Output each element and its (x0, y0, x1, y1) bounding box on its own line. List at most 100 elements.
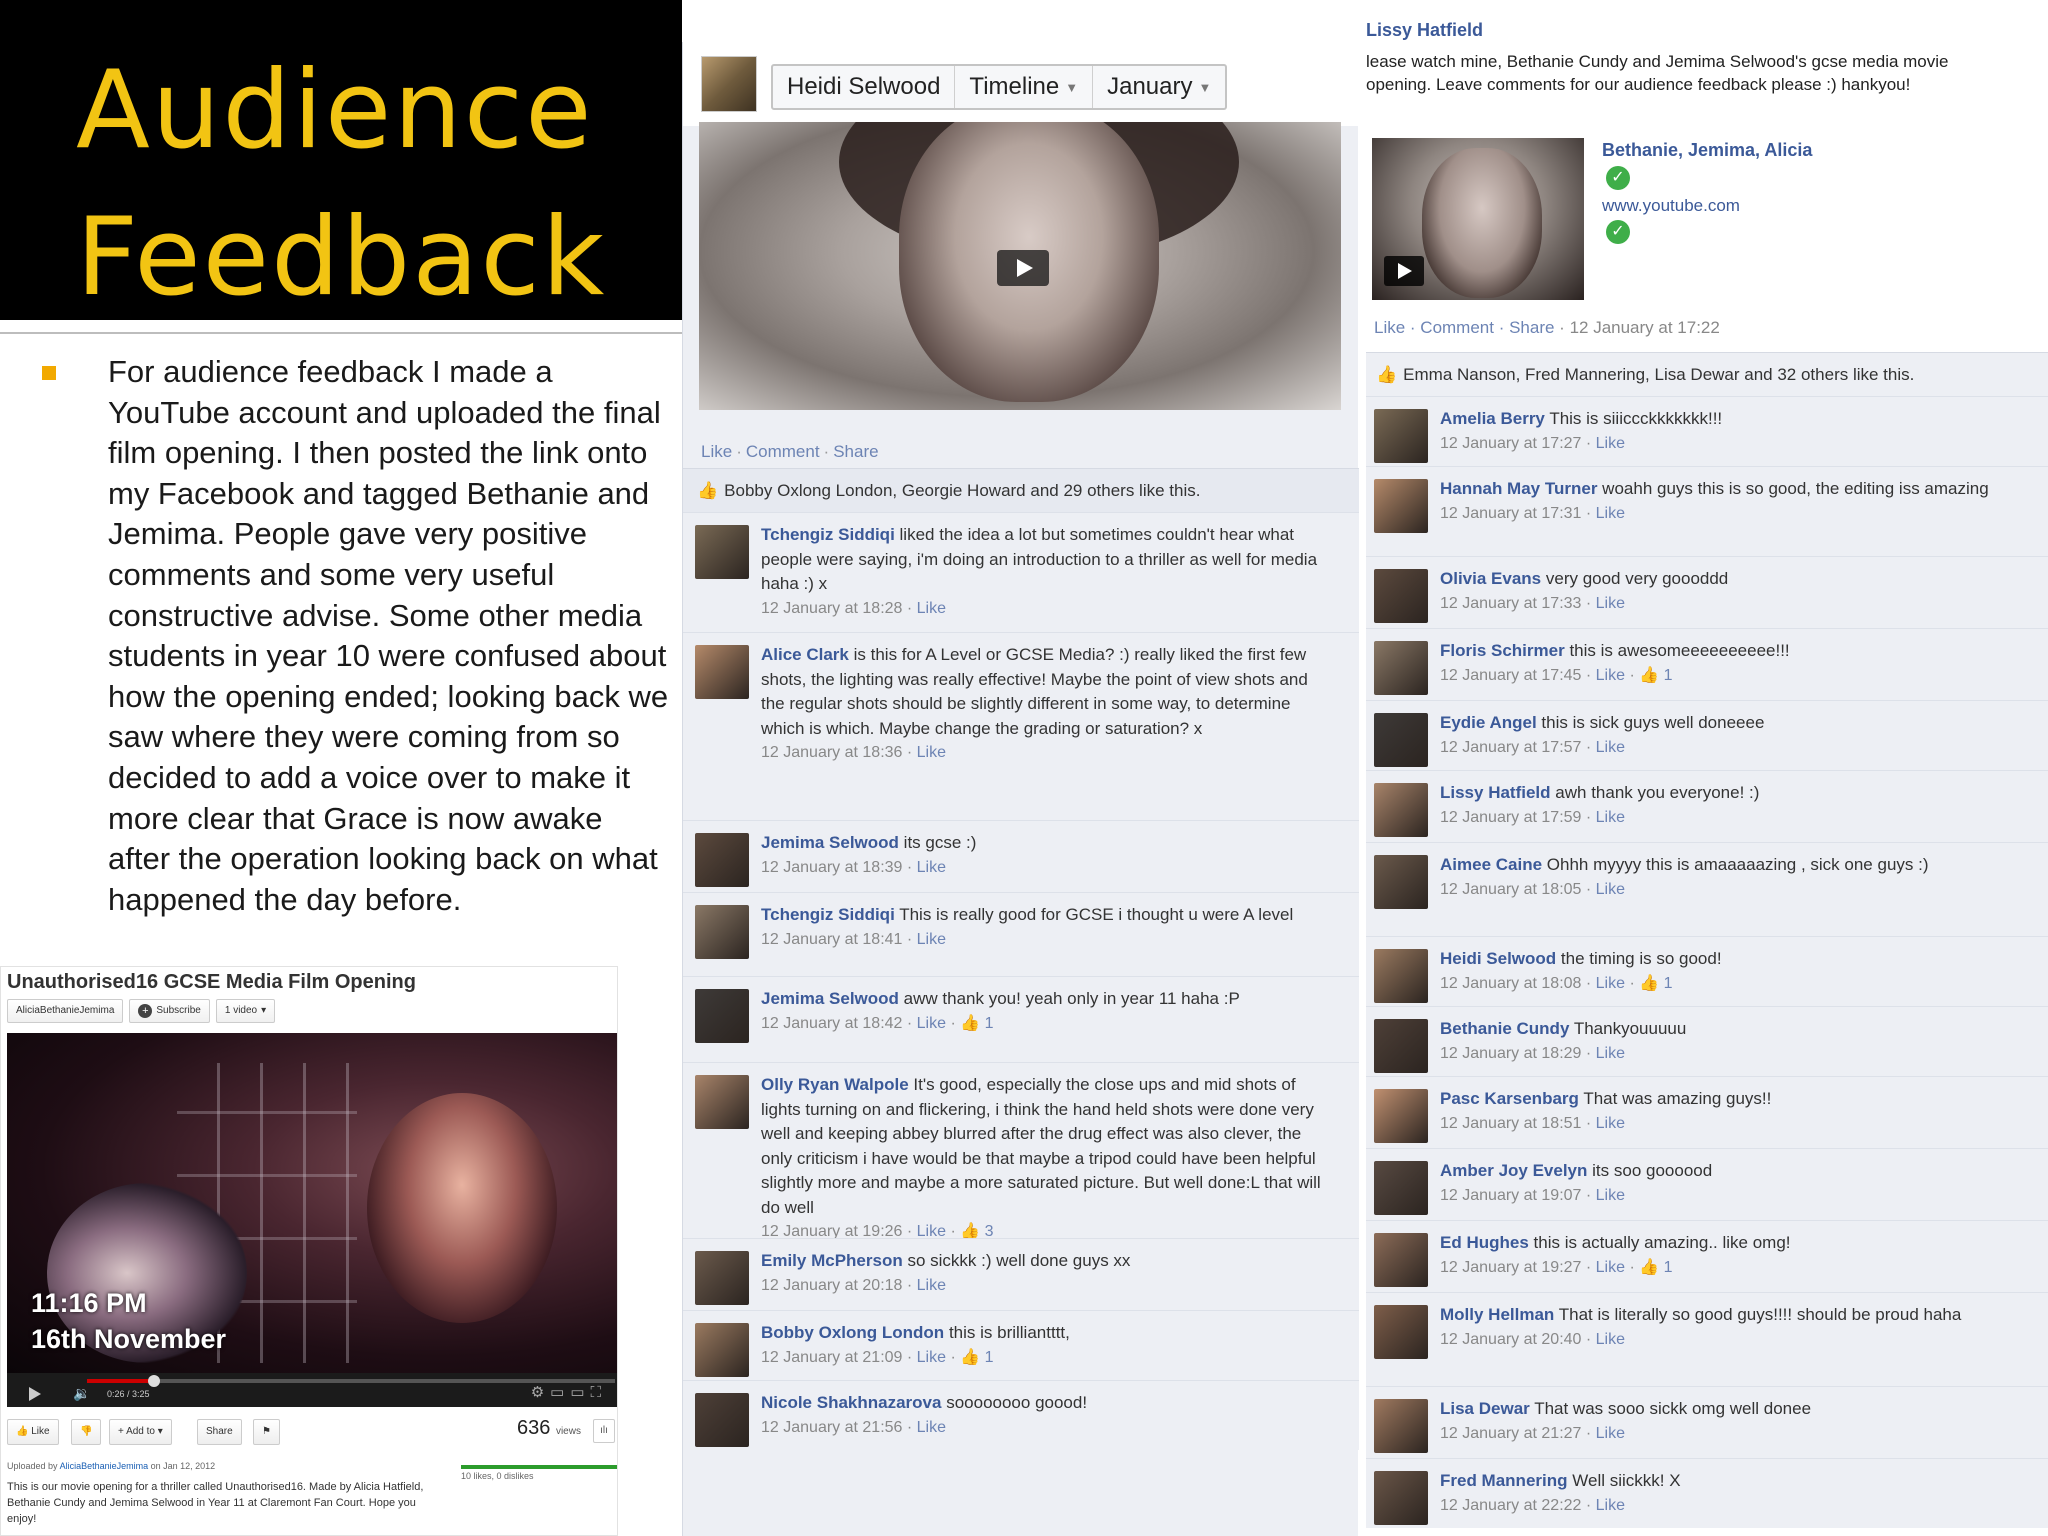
avatar[interactable] (1374, 783, 1428, 837)
dislike-button[interactable]: 👎 (71, 1419, 102, 1445)
likes-summary[interactable]: 👍 Emma Nanson, Fred Mannering, Lisa Dewar… (1366, 352, 2048, 396)
comment-like-link[interactable]: Like (1596, 1115, 1625, 1132)
commenter-name[interactable]: Amber Joy Evelyn (1440, 1161, 1587, 1180)
comment-like-link[interactable]: Like (917, 744, 946, 761)
comment-like-link[interactable]: Like (1596, 881, 1625, 898)
add-to-button[interactable]: + Add to ▾ (109, 1419, 172, 1445)
play-icon[interactable] (997, 250, 1049, 286)
poster-name[interactable]: Lissy Hatfield (1366, 20, 1483, 41)
comment-like-link[interactable]: Like (1596, 667, 1625, 684)
share-button[interactable]: Share (197, 1419, 242, 1445)
comment-like-link[interactable]: Like (1596, 435, 1625, 452)
comment-like-link[interactable]: Like (1596, 505, 1625, 522)
avatar[interactable] (695, 1075, 749, 1129)
avatar[interactable] (1374, 1305, 1428, 1359)
comment-like-link[interactable]: Like (917, 859, 946, 876)
avatar[interactable] (1374, 1471, 1428, 1525)
comment-like-link[interactable]: Like (917, 600, 946, 617)
commenter-name[interactable]: Lisa Dewar (1440, 1399, 1530, 1418)
avatar[interactable] (1374, 641, 1428, 695)
commenter-name[interactable]: Ed Hughes (1440, 1233, 1529, 1252)
commenter-name[interactable]: Molly Hellman (1440, 1305, 1554, 1324)
like-button[interactable]: 👍 Like (7, 1419, 59, 1445)
commenter-name[interactable]: Nicole Shakhnazarova (761, 1393, 941, 1412)
volume-icon[interactable]: 🔉 (73, 1385, 90, 1402)
avatar[interactable] (701, 56, 757, 112)
share-link[interactable]: Share (833, 442, 878, 461)
comment-like-link[interactable]: Like (1596, 1331, 1625, 1348)
play-icon[interactable] (29, 1387, 41, 1401)
commenter-name[interactable]: Alice Clark (761, 645, 849, 664)
avatar[interactable] (1374, 1233, 1428, 1287)
stats-icon[interactable]: ılı (593, 1419, 615, 1443)
video-thumbnail[interactable] (1372, 138, 1584, 300)
avatar[interactable] (1374, 713, 1428, 767)
comment-like-link[interactable]: Like (917, 1015, 946, 1032)
subscribe-button[interactable]: + Subscribe (129, 999, 210, 1023)
like-link[interactable]: Like (701, 442, 732, 461)
comment-like-link[interactable]: Like (1596, 595, 1625, 612)
avatar[interactable] (1374, 409, 1428, 463)
tab-profile-name[interactable]: Heidi Selwood (773, 66, 956, 108)
comment-like-link[interactable]: Like (1596, 1497, 1625, 1514)
commenter-name[interactable]: Jemima Selwood (761, 833, 899, 852)
avatar[interactable] (1374, 1089, 1428, 1143)
tagged-users[interactable]: Bethanie, Jemima, Alicia (1602, 140, 1812, 161)
comment-like-link[interactable]: Like (917, 1349, 946, 1366)
tab-timeline[interactable]: Timeline ▼ (955, 66, 1094, 108)
commenter-name[interactable]: Heidi Selwood (1440, 949, 1556, 968)
flag-button[interactable]: ⚑ (253, 1419, 280, 1445)
comment-like-link[interactable]: Like (1596, 1187, 1625, 1204)
avatar[interactable] (1374, 569, 1428, 623)
avatar[interactable] (1374, 855, 1428, 909)
commenter-name[interactable]: Pasc Karsenbarg (1440, 1089, 1579, 1108)
progress-scrubber[interactable] (148, 1375, 161, 1387)
comment-like-link[interactable]: Like (1596, 809, 1625, 826)
comment-like-link[interactable]: Like (1596, 1045, 1625, 1062)
commenter-name[interactable]: Jemima Selwood (761, 989, 899, 1008)
commenter-name[interactable]: Bethanie Cundy (1440, 1019, 1569, 1038)
comment-like-link[interactable]: Like (1596, 1259, 1625, 1276)
avatar[interactable] (695, 645, 749, 699)
comment-like-link[interactable]: Like (1596, 975, 1625, 992)
comment-like-link[interactable]: Like (917, 1277, 946, 1294)
commenter-name[interactable]: Tchengiz Siddiqi (761, 905, 895, 924)
avatar[interactable] (695, 1393, 749, 1447)
commenter-name[interactable]: Olivia Evans (1440, 569, 1541, 588)
post-action-links[interactable]: Like · Comment · Share (1374, 318, 1554, 337)
tab-january[interactable]: January ▼ (1093, 66, 1225, 108)
comment-like-link[interactable]: Like (917, 1419, 946, 1436)
commenter-name[interactable]: Olly Ryan Walpole (761, 1075, 909, 1094)
avatar[interactable] (695, 1323, 749, 1377)
avatar[interactable] (1374, 1399, 1428, 1453)
commenter-name[interactable]: Amelia Berry (1440, 409, 1545, 428)
avatar[interactable] (695, 833, 749, 887)
commenter-name[interactable]: Bobby Oxlong London (761, 1323, 944, 1342)
comment-link[interactable]: Comment (746, 442, 820, 461)
likes-summary[interactable]: 👍 Bobby Oxlong London, Georgie Howard and… (683, 468, 1359, 512)
player-option-icons[interactable]: ⚙▭▭⛶ (531, 1383, 607, 1401)
avatar[interactable] (695, 525, 749, 579)
commenter-name[interactable]: Tchengiz Siddiqi (761, 525, 895, 544)
commenter-name[interactable]: Floris Schirmer (1440, 641, 1565, 660)
video-player[interactable]: 11:16 PM 16th November (7, 1033, 617, 1373)
avatar[interactable] (1374, 1161, 1428, 1215)
commenter-name[interactable]: Fred Mannering (1440, 1471, 1568, 1490)
video-count-dropdown[interactable]: 1 video ▾ (215, 999, 276, 1023)
channel-name-button[interactable]: AliciaBethanieJemima (7, 999, 124, 1023)
avatar[interactable] (1374, 949, 1428, 1003)
comment-like-link[interactable]: Like (1596, 1425, 1625, 1442)
commenter-name[interactable]: Aimee Caine (1440, 855, 1542, 874)
avatar[interactable] (1374, 1019, 1428, 1073)
link-url[interactable]: www.youtube.com (1602, 196, 1740, 216)
commenter-name[interactable]: Hannah May Turner (1440, 479, 1597, 498)
avatar[interactable] (695, 1251, 749, 1305)
commenter-name[interactable]: Emily McPherson (761, 1251, 903, 1270)
commenter-name[interactable]: Lissy Hatfield (1440, 783, 1551, 802)
comment-like-link[interactable]: Like (917, 931, 946, 948)
uploader-link[interactable]: AliciaBethanieJemima (60, 1461, 149, 1471)
embedded-video[interactable] (699, 122, 1341, 410)
avatar[interactable] (695, 989, 749, 1043)
commenter-name[interactable]: Eydie Angel (1440, 713, 1537, 732)
avatar[interactable] (1374, 479, 1428, 533)
